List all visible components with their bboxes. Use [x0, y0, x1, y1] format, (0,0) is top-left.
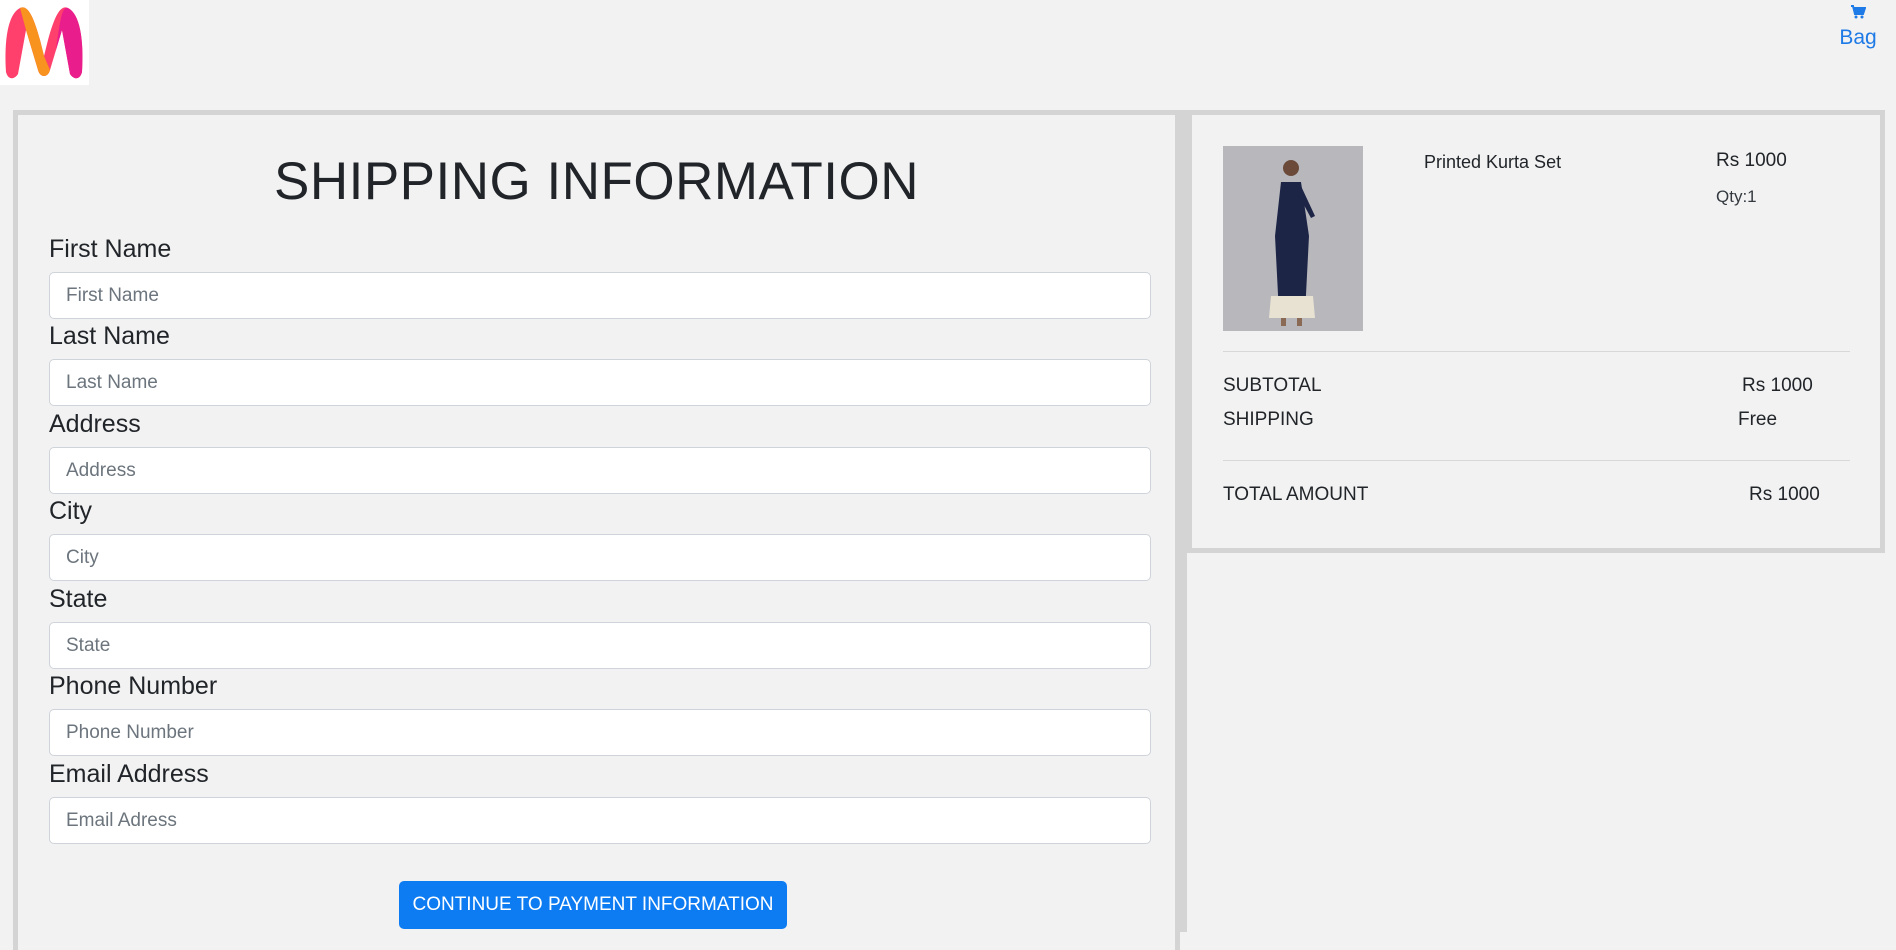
email-address-label: Email Address [49, 760, 209, 788]
state-field[interactable] [49, 622, 1151, 669]
total-amount-label: TOTAL AMOUNT [1223, 484, 1369, 505]
myntra-logo[interactable] [0, 0, 89, 85]
address-label: Address [49, 410, 141, 438]
address-field[interactable] [49, 447, 1151, 494]
product-quantity: Qty:1 [1716, 187, 1757, 206]
page-title: SHIPPING INFORMATION [273, 152, 920, 211]
email-field[interactable] [49, 797, 1151, 844]
cart-icon [1833, 4, 1883, 20]
product-image[interactable] [1223, 146, 1363, 331]
column-divider [1180, 110, 1187, 932]
first-name-label: First Name [49, 235, 172, 263]
product-name: Printed Kurta Set [1424, 152, 1562, 172]
continue-to-payment-button[interactable]: CONTINUE TO PAYMENT INFORMATION [399, 881, 787, 929]
divider [1223, 351, 1850, 352]
city-field[interactable] [49, 534, 1151, 581]
total-amount-value: Rs 1000 [1749, 484, 1820, 505]
last-name-label: Last Name [49, 322, 170, 350]
first-name-field[interactable] [49, 272, 1151, 319]
shipping-value: Free [1738, 409, 1778, 430]
subtotal-label: SUBTOTAL [1223, 375, 1322, 396]
shipping-form-panel: SHIPPING INFORMATION First Name Last Nam… [13, 110, 1180, 950]
bag-link[interactable]: Bag [1833, 4, 1883, 50]
state-label: State [49, 585, 108, 613]
shipping-label: SHIPPING [1223, 409, 1314, 430]
city-label: City [49, 497, 93, 525]
divider [1223, 460, 1850, 461]
last-name-field[interactable] [49, 359, 1151, 406]
phone-number-field[interactable] [49, 709, 1151, 756]
order-summary-panel: Printed Kurta Set Rs 1000 Qty:1 SUBTOTAL… [1187, 110, 1885, 553]
bag-label: Bag [1839, 26, 1877, 49]
product-price: Rs 1000 [1716, 150, 1787, 171]
phone-number-label: Phone Number [49, 672, 218, 700]
subtotal-value: Rs 1000 [1742, 375, 1813, 396]
